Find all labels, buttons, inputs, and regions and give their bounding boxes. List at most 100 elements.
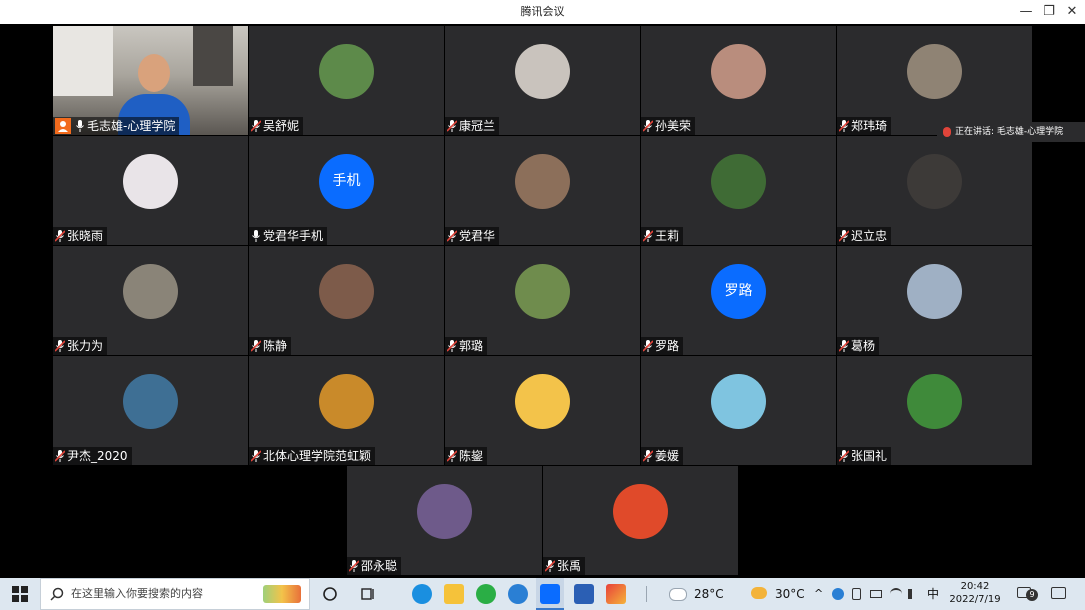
word-icon[interactable] bbox=[574, 584, 594, 604]
participant-avatar bbox=[613, 484, 668, 539]
participant-tile[interactable]: 吴舒妮 bbox=[249, 26, 444, 135]
tray-app-icon[interactable] bbox=[832, 588, 844, 600]
tray-phone-icon[interactable] bbox=[852, 588, 861, 600]
ie-icon[interactable] bbox=[508, 584, 528, 604]
participant-name: 葛杨 bbox=[851, 339, 876, 353]
participant-name: 党君华手机 bbox=[263, 229, 324, 243]
speaking-indicator: 正在讲话: 毛志雄-心理学院 bbox=[937, 122, 1085, 142]
mic-muted-icon bbox=[447, 230, 457, 242]
participant-tile[interactable]: 郭璐 bbox=[445, 246, 640, 355]
participant-tile[interactable]: 孙美荣 bbox=[641, 26, 836, 135]
participant-avatar bbox=[123, 264, 178, 319]
action-center-button[interactable] bbox=[1050, 586, 1068, 602]
participant-tile[interactable]: 张国礼 bbox=[837, 356, 1032, 465]
participant-avatar bbox=[123, 374, 178, 429]
edge-icon[interactable] bbox=[412, 584, 432, 604]
mic-muted-icon bbox=[447, 450, 457, 462]
participant-avatar: 罗路 bbox=[711, 264, 766, 319]
mic-muted-icon bbox=[55, 230, 65, 242]
participant-nameplate: 张晓雨 bbox=[53, 227, 108, 245]
participant-avatar bbox=[907, 154, 962, 209]
mic-muted-icon bbox=[839, 120, 849, 132]
mic-icon bbox=[943, 126, 951, 137]
participant-tile[interactable]: 邵永聪 bbox=[347, 466, 542, 575]
participant-nameplate: 张禹 bbox=[543, 557, 586, 575]
battery-icon[interactable] bbox=[870, 590, 882, 598]
tencent-meeting-taskbar[interactable] bbox=[536, 578, 564, 610]
clock[interactable]: 20:42 2022/7/19 bbox=[944, 578, 1006, 610]
participant-tile[interactable]: 康冠兰 bbox=[445, 26, 640, 135]
mic-muted-icon bbox=[643, 340, 653, 352]
participant-nameplate: 北体心理学院范虹颖 bbox=[249, 447, 376, 465]
participant-nameplate: 张国礼 bbox=[837, 447, 892, 465]
participant-nameplate: 迟立忠 bbox=[837, 227, 892, 245]
cortana-button[interactable] bbox=[318, 578, 342, 610]
participant-tile[interactable]: 张力为 bbox=[53, 246, 248, 355]
participant-tile[interactable]: 尹杰_2020 bbox=[53, 356, 248, 465]
participant-avatar bbox=[515, 374, 570, 429]
participant-tile[interactable]: 毛志雄-心理学院 bbox=[53, 26, 248, 135]
participant-tile[interactable]: 张晓雨 bbox=[53, 136, 248, 245]
wechat-icon[interactable] bbox=[476, 584, 496, 604]
participant-tile[interactable]: 迟立忠 bbox=[837, 136, 1032, 245]
participant-tile[interactable]: 葛杨 bbox=[837, 246, 1032, 355]
clock-time: 20:42 bbox=[960, 581, 990, 592]
participant-avatar bbox=[907, 44, 962, 99]
file-explorer-icon[interactable] bbox=[444, 584, 464, 604]
participant-tile[interactable]: 张禹 bbox=[543, 466, 738, 575]
participant-avatar bbox=[711, 374, 766, 429]
close-button[interactable]: ✕ bbox=[1058, 0, 1085, 24]
participant-avatar bbox=[907, 264, 962, 319]
ime-indicator[interactable]: 中 bbox=[927, 578, 939, 610]
video-grid: 毛志雄-心理学院 吴舒妮 康冠兰 孙美荣 郑玮琦张晓雨 手机 党君华手机党君华 王莉 迟立忠张力… bbox=[0, 24, 1085, 578]
mic-muted-icon bbox=[839, 230, 849, 242]
task-view-button[interactable] bbox=[356, 578, 380, 610]
participant-tile[interactable]: 手机 党君华手机 bbox=[249, 136, 444, 245]
mic-muted-icon bbox=[447, 120, 457, 132]
mic-muted-icon bbox=[55, 340, 65, 352]
taskbar: 在这里输入你要搜索的内容 28°C 30°C ^ 中 20:42 2022/7/… bbox=[0, 578, 1085, 610]
speaking-text: 正在讲话: 毛志雄-心理学院 bbox=[955, 127, 1064, 137]
search-icon bbox=[50, 587, 64, 601]
participant-tile[interactable]: 陈静 bbox=[249, 246, 444, 355]
participant-avatar bbox=[319, 374, 374, 429]
participant-tile[interactable]: 党君华 bbox=[445, 136, 640, 245]
notification-button[interactable]: 9 bbox=[1015, 585, 1038, 603]
wifi-icon[interactable] bbox=[890, 588, 902, 600]
participant-tile[interactable]: 陈鋆 bbox=[445, 356, 640, 465]
mic-muted-icon bbox=[839, 450, 849, 462]
mic-muted-icon bbox=[55, 450, 65, 462]
participant-tile[interactable]: 罗路 罗路 bbox=[641, 246, 836, 355]
participant-avatar bbox=[123, 154, 178, 209]
mic-muted-icon bbox=[251, 120, 261, 132]
pdf-icon[interactable] bbox=[606, 584, 626, 604]
participant-tile[interactable]: 王莉 bbox=[641, 136, 836, 245]
participant-tile[interactable]: 姜媛 bbox=[641, 356, 836, 465]
participant-tile[interactable]: 郑玮琦 bbox=[837, 26, 1032, 135]
mic-muted-icon bbox=[643, 450, 653, 462]
task-view-icon bbox=[361, 588, 374, 600]
search-box[interactable]: 在这里输入你要搜索的内容 bbox=[40, 578, 310, 610]
volume-icon[interactable] bbox=[908, 589, 918, 599]
participant-nameplate: 康冠兰 bbox=[445, 117, 500, 135]
participant-nameplate: 罗路 bbox=[641, 337, 684, 355]
participant-nameplate: 尹杰_2020 bbox=[53, 447, 132, 465]
participant-nameplate: 陈鋆 bbox=[445, 447, 488, 465]
start-button[interactable] bbox=[10, 578, 30, 610]
mic-muted-icon bbox=[545, 560, 555, 572]
participant-avatar bbox=[515, 154, 570, 209]
cortana-icon bbox=[323, 587, 337, 601]
participant-avatar bbox=[319, 264, 374, 319]
participant-name: 张晓雨 bbox=[67, 229, 104, 243]
weather-temp-2[interactable]: 30°C bbox=[775, 578, 805, 610]
participant-nameplate: 郭璐 bbox=[445, 337, 488, 355]
title-bar: 腾讯会议 — ❐ ✕ bbox=[0, 0, 1085, 24]
participant-name: 毛志雄-心理学院 bbox=[87, 119, 176, 133]
weather-temp-1[interactable]: 28°C bbox=[694, 578, 724, 610]
participant-tile[interactable]: 北体心理学院范虹颖 bbox=[249, 356, 444, 465]
participant-name: 尹杰_2020 bbox=[67, 449, 128, 463]
chevron-up-icon[interactable]: ^ bbox=[814, 578, 823, 610]
sun-cloud-icon bbox=[751, 587, 767, 599]
participant-name: 党君华 bbox=[459, 229, 496, 243]
mic-icon bbox=[75, 120, 85, 132]
